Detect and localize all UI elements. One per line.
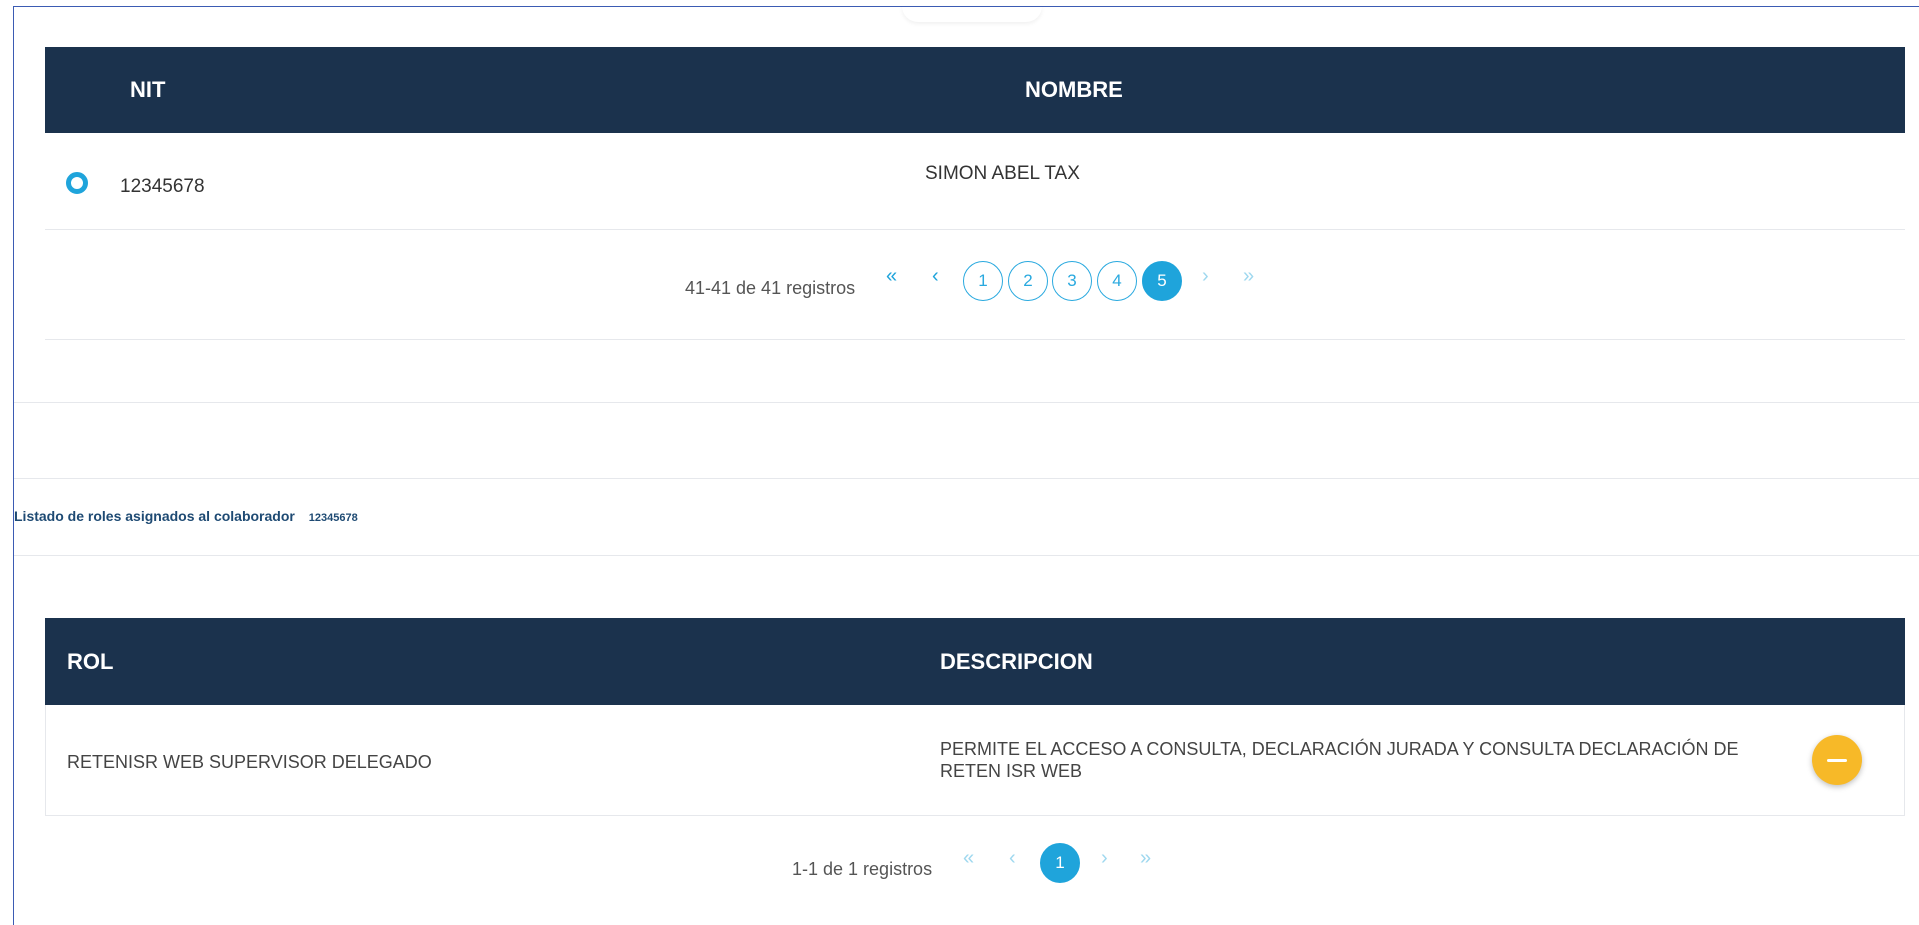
roles-pagination-info: 1-1 de 1 registros — [792, 859, 933, 879]
section-divider — [14, 555, 1919, 556]
column-header-nombre: NOMBRE — [1025, 77, 1123, 102]
row-radio-button[interactable] — [66, 172, 88, 194]
roles-pagination-first[interactable]: « — [963, 847, 974, 870]
pagination-first[interactable]: « — [886, 265, 897, 288]
column-header-nit: NIT — [130, 77, 166, 102]
pagination-prev[interactable]: ‹ — [932, 265, 939, 288]
pagination-page-1[interactable]: 1 — [963, 261, 1003, 301]
minus-icon — [1827, 758, 1847, 762]
pagination-last[interactable]: » — [1243, 265, 1254, 288]
colaboradores-table-header: NIT NOMBRE — [45, 47, 1905, 133]
cell-nombre: SIMON ABEL TAX — [925, 163, 1080, 184]
roles-caption-label: Listado de roles asignados al colaborado… — [14, 508, 295, 524]
roles-caption-nit: 12345678 — [308, 512, 358, 524]
cell-rol: RETENISR WEB SUPERVISOR DELEGADO — [67, 752, 432, 772]
cell-nit: 12345678 — [120, 176, 205, 197]
column-header-rol: ROL — [67, 648, 114, 674]
row-divider — [45, 229, 1905, 230]
roles-pagination-page-1-current[interactable]: 1 — [1040, 843, 1080, 883]
roles-caption: Listado de roles asignados al colaborado… — [14, 508, 358, 524]
cell-descripcion: PERMITE EL ACCESO A CONSULTA, DECLARACIÓ… — [940, 739, 1739, 781]
tab-hint — [902, 6, 1042, 22]
roles-pagination-prev[interactable]: ‹ — [1009, 847, 1016, 870]
pagination-divider — [45, 339, 1905, 340]
pagination-page-4[interactable]: 4 — [1097, 261, 1137, 301]
pagination-info: 41-41 de 41 registros — [685, 278, 856, 298]
section-divider — [14, 478, 1919, 479]
roles-table-header: ROL DESCRIPCION — [45, 618, 1905, 705]
column-header-descripcion: DESCRIPCION — [940, 648, 1093, 674]
pagination-next[interactable]: › — [1202, 265, 1209, 288]
pagination-page-2[interactable]: 2 — [1008, 261, 1048, 301]
remove-role-button[interactable] — [1812, 735, 1862, 785]
roles-pagination-last[interactable]: » — [1140, 847, 1151, 870]
roles-pagination-next[interactable]: › — [1101, 847, 1108, 870]
pagination-page-3[interactable]: 3 — [1052, 261, 1092, 301]
pagination-page-5-current[interactable]: 5 — [1142, 261, 1182, 301]
section-divider — [14, 402, 1919, 403]
